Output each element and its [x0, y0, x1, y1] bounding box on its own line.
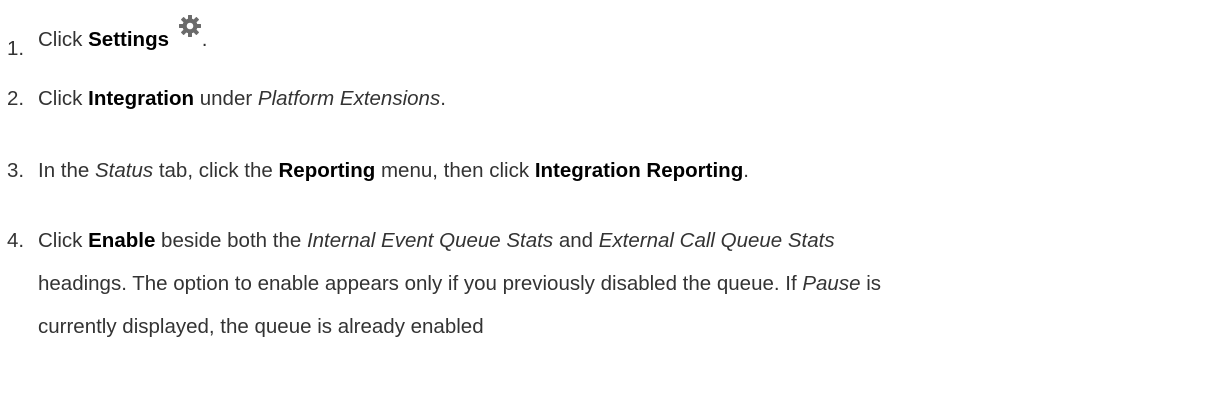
step-number: 4.: [7, 229, 25, 252]
step-4-line-2: headings. The option to enable appears o…: [7, 262, 1197, 305]
ui-term-integration-reporting: Integration Reporting: [534, 159, 744, 182]
ui-section-platform-extensions: Platform Extensions: [257, 87, 441, 110]
step-number: 3.: [7, 159, 25, 182]
ui-term-reporting: Reporting: [278, 159, 376, 182]
ui-term-integration: Integration: [88, 87, 195, 110]
step-text: Click: [38, 87, 83, 110]
step-text: .: [440, 87, 446, 110]
step-text: is: [866, 272, 882, 295]
step-text: headings. The option to enable appears o…: [38, 272, 797, 295]
step-text: Click: [38, 28, 83, 51]
step-text: .: [743, 159, 749, 182]
step-number: 1.: [7, 37, 25, 60]
step-text: tab, click the: [158, 159, 273, 182]
ui-term-settings: Settings: [88, 28, 169, 51]
step-text: Click: [38, 229, 83, 252]
step-3: 3. In the Status tab, click the Reporting…: [7, 149, 1197, 192]
step-text: In the: [38, 159, 90, 182]
ui-term-enable: Enable: [88, 229, 156, 252]
gear-icon: [178, 15, 201, 37]
step-text: beside both the: [161, 229, 302, 252]
step-4-line-3: currently displayed, the queue is alread…: [38, 315, 484, 338]
step-2: 2. Click Integration under Platform Exten…: [7, 77, 1197, 120]
ui-heading-external-call-queue-stats: External Call Queue Stats: [598, 229, 835, 252]
step-text: .: [201, 28, 208, 51]
step-4: 4. Click Enable beside both the Internal …: [7, 219, 1197, 348]
ui-heading-internal-event-queue-stats: Internal Event Queue Stats: [306, 229, 554, 252]
step-number: 2.: [7, 87, 25, 110]
step-1: 1. Click Settings .: [7, 14, 1197, 61]
step-text: under: [199, 87, 253, 110]
ui-tab-status: Status: [95, 159, 154, 182]
ui-term-pause: Pause: [802, 272, 861, 295]
step-text: menu, then click: [380, 159, 530, 182]
step-text: and: [558, 229, 594, 252]
